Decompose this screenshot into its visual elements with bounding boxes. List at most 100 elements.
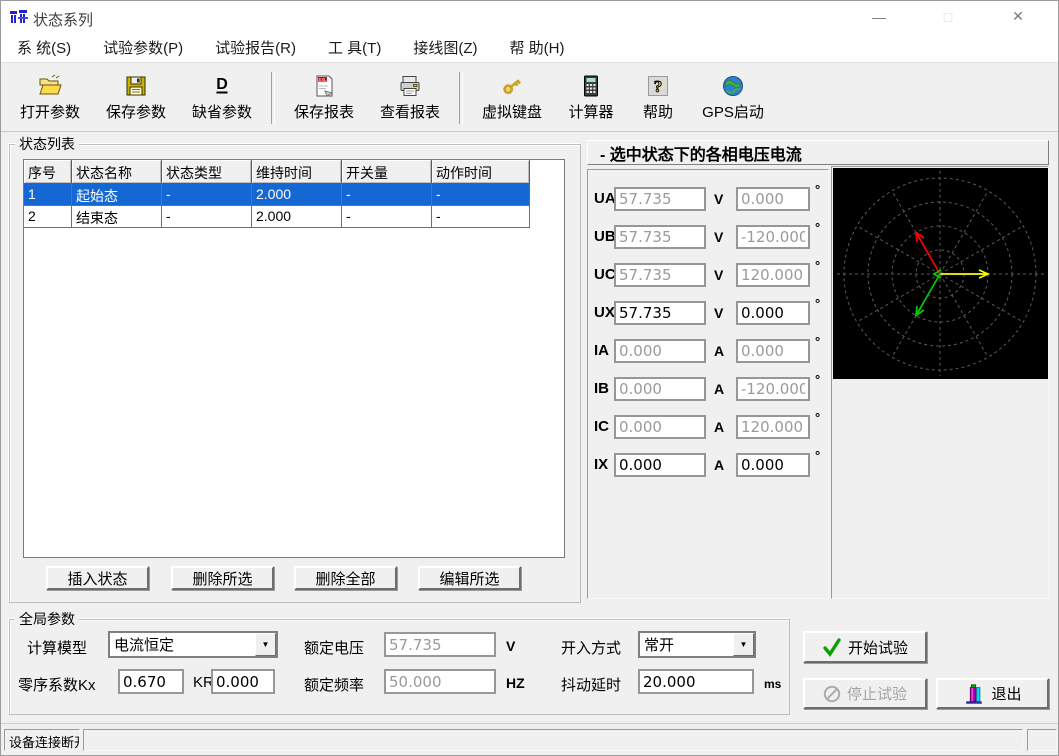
degree-symbol: ° [815, 296, 820, 311]
menu-wiring-diagram[interactable]: 接线图(Z) [403, 33, 487, 62]
view-report-button[interactable]: 查看报表 [367, 69, 453, 127]
save-report-button[interactable]: EXL 保存报表 [281, 69, 367, 127]
calc-model-combobox[interactable]: 电流恒定 ▼ [108, 631, 278, 658]
button-label: 删除全部 [315, 568, 375, 589]
field-label-uc: UC [594, 266, 616, 283]
column-header[interactable]: 状态类型 [162, 160, 252, 184]
vector-uc [916, 232, 940, 274]
calculator-button[interactable]: 计算器 [555, 69, 627, 127]
button-label: 退出 [991, 683, 1021, 704]
menu-test-params[interactable]: 试验参数(P) [93, 33, 193, 62]
button-label: 编辑所选 [439, 568, 499, 589]
ib-angle-input [736, 377, 810, 401]
field-label-ia: IA [594, 342, 609, 359]
ix-magnitude-input[interactable] [614, 453, 706, 477]
toolbar-label: 计算器 [568, 101, 613, 122]
column-header[interactable]: 动作时间 [432, 160, 530, 184]
help-button[interactable]: ? 帮助 [627, 69, 689, 127]
phasor-panel [831, 166, 1049, 599]
virtual-keyboard-button[interactable]: 虚拟键盘 [469, 69, 555, 127]
degree-symbol: ° [815, 448, 820, 463]
cell: 1 [24, 184, 72, 206]
phasor-diagram [833, 168, 1048, 379]
close-button[interactable]: ✕ [995, 1, 1041, 32]
calculator-icon [578, 73, 604, 99]
default-params-button[interactable]: D 缺省参数 [179, 69, 265, 127]
input-mode-value: 常开 [640, 634, 733, 655]
menu-system[interactable]: 系 统(S) [7, 33, 81, 62]
svg-text:?: ? [654, 77, 663, 96]
check-icon [822, 637, 842, 657]
rated-freq-label: 额定频率 [304, 674, 364, 695]
toolbar-separator [271, 72, 275, 124]
zero-seq-kx-input[interactable] [118, 669, 184, 694]
status-table[interactable]: 序号 状态名称 状态类型 维持时间 开关量 动作时间 1 起始态 - 2.000… [23, 159, 565, 558]
printer-icon [397, 73, 423, 99]
ix-angle-input[interactable] [736, 453, 810, 477]
app-window: 状态系列 — □ ✕ 系 统(S) 试验参数(P) 试验报告(R) 工 具(T)… [0, 0, 1059, 756]
field-unit: A [714, 419, 724, 435]
status-table-header-row: 序号 状态名称 状态类型 维持时间 开关量 动作时间 [24, 160, 564, 184]
field-label-ua: UA [594, 190, 616, 207]
save-params-button[interactable]: 保存参数 [93, 69, 179, 127]
field-unit: A [714, 457, 724, 473]
chevron-down-icon[interactable]: ▼ [733, 633, 754, 656]
field-label-ux: UX [594, 304, 615, 321]
ux-angle-input[interactable] [736, 301, 810, 325]
cell: 2.000 [252, 184, 342, 206]
edit-selected-button[interactable]: 编辑所选 [418, 566, 521, 590]
status-bar: 设备连接断开 [1, 723, 1058, 756]
help-icon: ? [645, 73, 671, 99]
input-mode-combobox[interactable]: 常开 ▼ [638, 631, 756, 658]
field-unit: A [714, 343, 724, 359]
window-title: 状态系列 [33, 9, 93, 30]
stop-test-button: 停止试验 [803, 678, 927, 709]
cell: - [432, 206, 530, 228]
exit-button[interactable]: 退出 [936, 678, 1049, 709]
column-header[interactable]: 维持时间 [252, 160, 342, 184]
table-row[interactable]: 1 起始态 - 2.000 - - [24, 184, 564, 206]
column-header[interactable]: 状态名称 [72, 160, 162, 184]
start-test-button[interactable]: 开始试验 [803, 631, 927, 663]
open-params-button[interactable]: 打开参数 [7, 69, 93, 127]
ub-angle-input [736, 225, 810, 249]
kr-input[interactable] [211, 669, 275, 694]
menu-tools[interactable]: 工 具(T) [318, 33, 391, 62]
cell: - [342, 206, 432, 228]
chevron-down-icon[interactable]: ▼ [255, 633, 276, 656]
minimize-button[interactable]: — [856, 1, 902, 32]
svg-text:D: D [216, 76, 228, 93]
degree-symbol: ° [815, 182, 820, 197]
title-bar: 状态系列 — □ ✕ [1, 1, 1058, 33]
column-header[interactable]: 序号 [24, 160, 72, 184]
field-unit: V [714, 229, 723, 245]
menu-help[interactable]: 帮 助(H) [499, 33, 574, 62]
column-header[interactable]: 开关量 [342, 160, 432, 184]
input-mode-label: 开入方式 [561, 637, 621, 658]
table-row[interactable]: 2 结束态 - 2.000 - - [24, 206, 564, 228]
device-status: 设备连接断开 [4, 729, 80, 751]
delete-selected-button[interactable]: 删除所选 [171, 566, 274, 590]
maximize-button[interactable]: □ [925, 1, 971, 32]
minimize-icon: — [872, 9, 886, 25]
rated-freq-unit: HZ [506, 675, 525, 691]
ux-magnitude-input[interactable] [614, 301, 706, 325]
vector-ub [916, 274, 940, 316]
toolbar-label: 帮助 [643, 101, 673, 122]
insert-state-button[interactable]: 插入状态 [46, 566, 149, 590]
cell: 2 [24, 206, 72, 228]
toolbar-separator [459, 72, 463, 124]
toolbar-label: 查看报表 [380, 101, 440, 122]
jitter-delay-input[interactable] [638, 669, 754, 694]
close-icon: ✕ [1012, 8, 1024, 25]
zero-seq-kx-label: 零序系数Kx [18, 674, 96, 695]
delete-all-button[interactable]: 删除全部 [294, 566, 397, 590]
ua-angle-input [736, 187, 810, 211]
degree-symbol: ° [815, 258, 820, 273]
button-label: 开始试验 [848, 637, 908, 658]
button-label: 删除所选 [192, 568, 252, 589]
gps-start-button[interactable]: GPS启动 [689, 69, 777, 127]
ic-angle-input [736, 415, 810, 439]
degree-symbol: ° [815, 334, 820, 349]
menu-test-report[interactable]: 试验报告(R) [205, 33, 306, 62]
